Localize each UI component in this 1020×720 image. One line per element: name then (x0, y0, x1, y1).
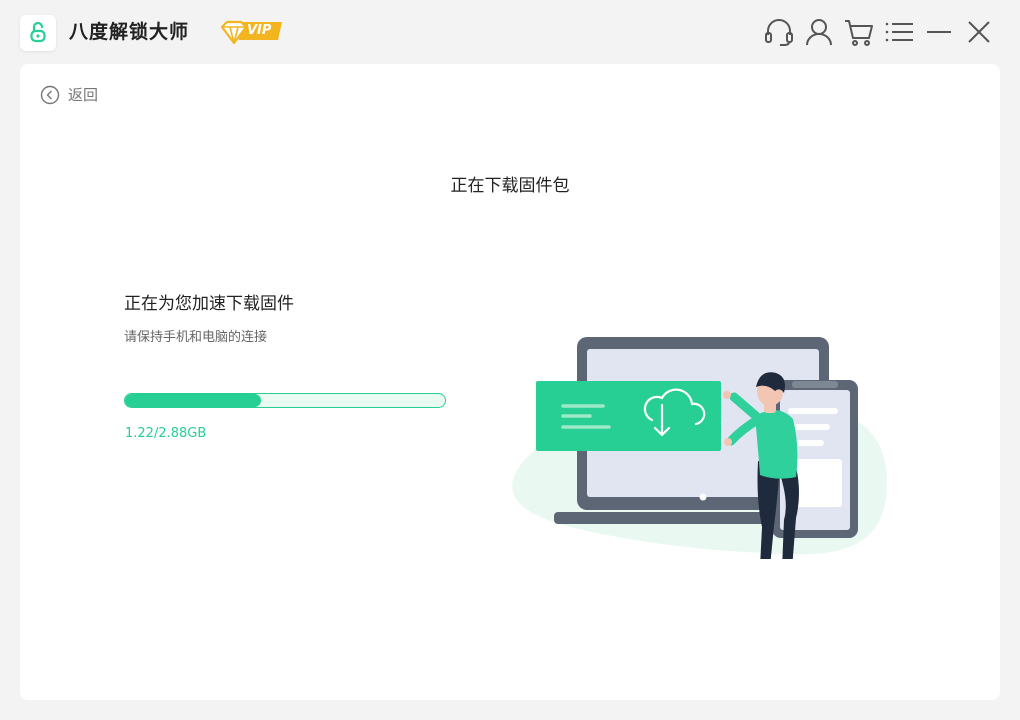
menu-icon (885, 22, 913, 42)
user-icon (806, 19, 832, 46)
account-button[interactable] (803, 16, 835, 48)
menu-button[interactable] (883, 16, 915, 48)
minimize-button[interactable] (923, 16, 955, 48)
main-panel: 返回 正在下载固件包 正在为您加速下载固件 请保持手机和电脑的连接 1.22/2… (20, 64, 1000, 700)
download-illustration (490, 269, 890, 559)
headset-icon (765, 19, 793, 46)
page-title: 正在下载固件包 (450, 176, 570, 196)
vip-label: VIP (247, 23, 272, 38)
title-bar: 八度解锁大师 VIP (0, 0, 1020, 64)
vip-badge[interactable]: VIP (220, 18, 284, 46)
back-label: 返回 (68, 86, 99, 104)
lock-icon (30, 21, 46, 43)
back-arrow-icon (40, 85, 60, 105)
cart-icon (845, 20, 873, 46)
app-title: 八度解锁大师 (69, 21, 190, 43)
cart-button[interactable] (843, 16, 875, 48)
status-subtext: 请保持手机和电脑的连接 (124, 330, 268, 345)
progress-text: 1.22/2.88GB (125, 426, 207, 441)
minimize-icon (927, 31, 951, 33)
back-button[interactable]: 返回 (40, 84, 110, 106)
close-button[interactable] (963, 16, 995, 48)
app-logo (20, 15, 56, 51)
status-heading: 正在为您加速下载固件 (124, 294, 294, 314)
progress-bar (124, 393, 446, 408)
progress-fill (125, 394, 261, 407)
illustration-graphic (512, 337, 887, 559)
close-icon (968, 21, 990, 43)
support-button[interactable] (763, 16, 795, 48)
